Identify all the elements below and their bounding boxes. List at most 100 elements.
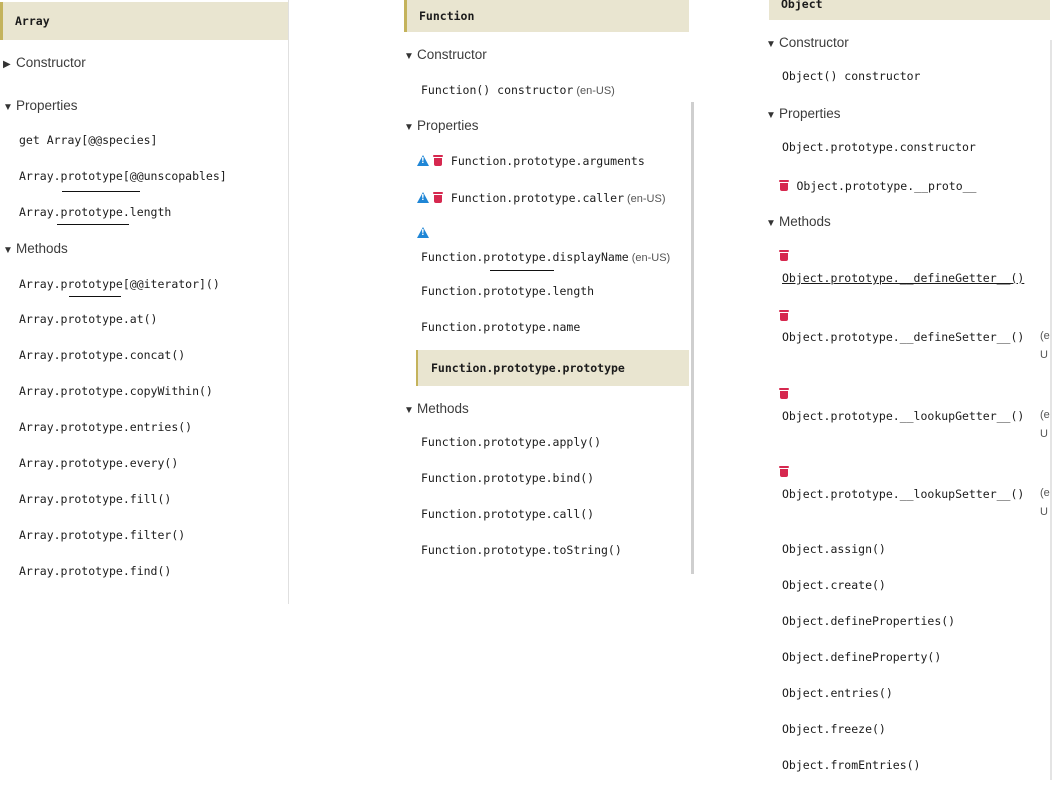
- trash-icon: [779, 388, 789, 400]
- array-method-every[interactable]: Array.prototype.every(): [19, 456, 178, 470]
- section-label: Constructor: [779, 35, 849, 50]
- object-method-definegetter-icon-row: [779, 247, 789, 265]
- section-label: Constructor: [417, 47, 487, 62]
- locale-label: (e: [1040, 409, 1050, 421]
- function-method-apply[interactable]: Function.prototype.apply(): [421, 435, 601, 449]
- locale-label: (en-US): [627, 193, 666, 205]
- function-prop-displayname-warning: [417, 224, 429, 242]
- object-constructor-item[interactable]: Object() constructor: [782, 69, 920, 83]
- object-constructor-toggle[interactable]: ▼ Constructor: [766, 35, 849, 50]
- locale-label: U: [1040, 428, 1048, 440]
- function-properties-toggle[interactable]: ▼ Properties: [404, 118, 479, 133]
- object-method-fromentries[interactable]: Object.fromEntries(): [782, 758, 920, 772]
- object-prop-constructor[interactable]: Object.prototype.constructor: [782, 140, 976, 154]
- object-title[interactable]: Object: [769, 0, 1050, 20]
- array-method-iterator[interactable]: Array.prototype[@@iterator](): [19, 277, 220, 291]
- annotation-underline: [57, 224, 129, 225]
- array-method-filter[interactable]: Array.prototype.filter(): [19, 528, 185, 542]
- locale-label: (en-US): [631, 252, 671, 264]
- array-method-fill[interactable]: Array.prototype.fill(): [19, 492, 171, 506]
- trash-icon: [433, 155, 444, 167]
- object-methods-toggle[interactable]: ▼ Methods: [766, 214, 831, 229]
- object-method-definegetter[interactable]: Object.prototype.__defineGetter__(): [782, 271, 1024, 285]
- object-method-defineproperties[interactable]: Object.defineProperties(): [782, 614, 955, 628]
- section-label: Properties: [417, 118, 479, 133]
- function-method-bind[interactable]: Function.prototype.bind(): [421, 471, 594, 485]
- expanded-triangle-icon: ▼: [3, 102, 13, 113]
- function-constructor-toggle[interactable]: ▼ Constructor: [404, 47, 487, 62]
- item-label: Function() constructor: [421, 83, 574, 97]
- trash-icon: [779, 310, 789, 322]
- array-method-copywithin[interactable]: Array.prototype.copyWithin(): [19, 384, 213, 398]
- function-prop-caller[interactable]: Function.prototype.caller(en-US): [417, 189, 666, 207]
- trash-icon: [779, 180, 789, 192]
- item-label: Function.prototype.caller: [450, 191, 624, 205]
- array-prop-unscopables[interactable]: Array.prototype[@@unscopables]: [19, 169, 227, 183]
- array-methods-toggle[interactable]: ▼ Methods: [3, 241, 68, 256]
- annotation-underline: [69, 296, 121, 297]
- trash-icon: [433, 192, 444, 204]
- function-method-call[interactable]: Function.prototype.call(): [421, 507, 594, 521]
- locale-label: (e: [1040, 330, 1050, 342]
- expanded-triangle-icon: ▼: [3, 245, 13, 256]
- function-title[interactable]: Function: [404, 0, 689, 32]
- item-label: Function.prototype.arguments: [450, 154, 645, 168]
- function-prop-displayname[interactable]: Function.prototype.displayName (en-US): [421, 248, 670, 266]
- section-label: Properties: [779, 106, 841, 121]
- expanded-triangle-icon: ▼: [404, 122, 414, 133]
- scrollbar[interactable]: [1050, 40, 1052, 780]
- section-label: Methods: [417, 401, 469, 416]
- object-method-definesetter-icon-row: [779, 307, 789, 325]
- array-properties-toggle[interactable]: ▼ Properties: [3, 98, 78, 113]
- object-method-entries[interactable]: Object.entries(): [782, 686, 893, 700]
- expanded-triangle-icon: ▼: [766, 218, 776, 229]
- object-properties-toggle[interactable]: ▼ Properties: [766, 106, 841, 121]
- array-title[interactable]: Array: [0, 2, 288, 40]
- trash-icon: [779, 250, 789, 262]
- array-method-entries[interactable]: Array.prototype.entries(): [19, 420, 192, 434]
- function-prop-prototype-active[interactable]: Function.prototype.prototype: [416, 350, 689, 386]
- expanded-triangle-icon: ▼: [766, 110, 776, 121]
- warning-icon: [417, 192, 429, 204]
- locale-label: (e: [1040, 487, 1050, 499]
- locale-label: (en-US): [576, 85, 615, 97]
- function-prop-name[interactable]: Function.prototype.name: [421, 320, 580, 334]
- object-method-lookupgetter[interactable]: Object.prototype.__lookupGetter__(): [782, 409, 1024, 423]
- object-method-create[interactable]: Object.create(): [782, 578, 886, 592]
- object-method-lookupgetter-icon-row: [779, 385, 789, 403]
- object-method-defineproperty[interactable]: Object.defineProperty(): [782, 650, 941, 664]
- warning-icon: [417, 155, 429, 167]
- locale-label: U: [1040, 506, 1048, 518]
- collapsed-triangle-icon: ▶: [3, 59, 11, 70]
- function-methods-toggle[interactable]: ▼ Methods: [404, 401, 469, 416]
- array-prop-species[interactable]: get Array[@@species]: [19, 133, 157, 147]
- expanded-triangle-icon: ▼: [766, 39, 776, 50]
- item-label: Object.prototype.__proto__: [796, 179, 977, 193]
- function-prop-length[interactable]: Function.prototype.length: [421, 284, 594, 298]
- scrollbar[interactable]: [691, 102, 694, 574]
- object-method-lookupsetter[interactable]: Object.prototype.__lookupSetter__(): [782, 487, 1024, 501]
- trash-icon: [779, 466, 789, 478]
- array-method-concat[interactable]: Array.prototype.concat(): [19, 348, 185, 362]
- item-label: Function.prototype.displayName: [421, 250, 629, 264]
- object-prop-proto[interactable]: Object.prototype.__proto__: [779, 177, 976, 195]
- object-method-assign[interactable]: Object.assign(): [782, 542, 886, 556]
- section-label: Constructor: [16, 55, 86, 70]
- array-method-find[interactable]: Array.prototype.find(): [19, 564, 171, 578]
- array-prop-length[interactable]: Array.prototype.length: [19, 205, 171, 219]
- section-label: Properties: [16, 98, 78, 113]
- function-prop-arguments[interactable]: Function.prototype.arguments: [417, 152, 645, 170]
- section-label: Methods: [779, 214, 831, 229]
- function-constructor-item[interactable]: Function() constructor (en-US): [421, 81, 615, 99]
- expanded-triangle-icon: ▼: [404, 405, 414, 416]
- object-method-freeze[interactable]: Object.freeze(): [782, 722, 886, 736]
- expanded-triangle-icon: ▼: [404, 51, 414, 62]
- object-method-lookupsetter-icon-row: [779, 463, 789, 481]
- annotation-underline: [62, 191, 140, 192]
- locale-label: U: [1040, 349, 1048, 361]
- annotation-underline: [490, 270, 554, 271]
- function-method-tostring[interactable]: Function.prototype.toString(): [421, 543, 622, 557]
- array-constructor-toggle[interactable]: ▶ Constructor: [3, 55, 86, 70]
- object-method-definesetter[interactable]: Object.prototype.__defineSetter__(): [782, 330, 1024, 344]
- array-method-at[interactable]: Array.prototype.at(): [19, 312, 157, 326]
